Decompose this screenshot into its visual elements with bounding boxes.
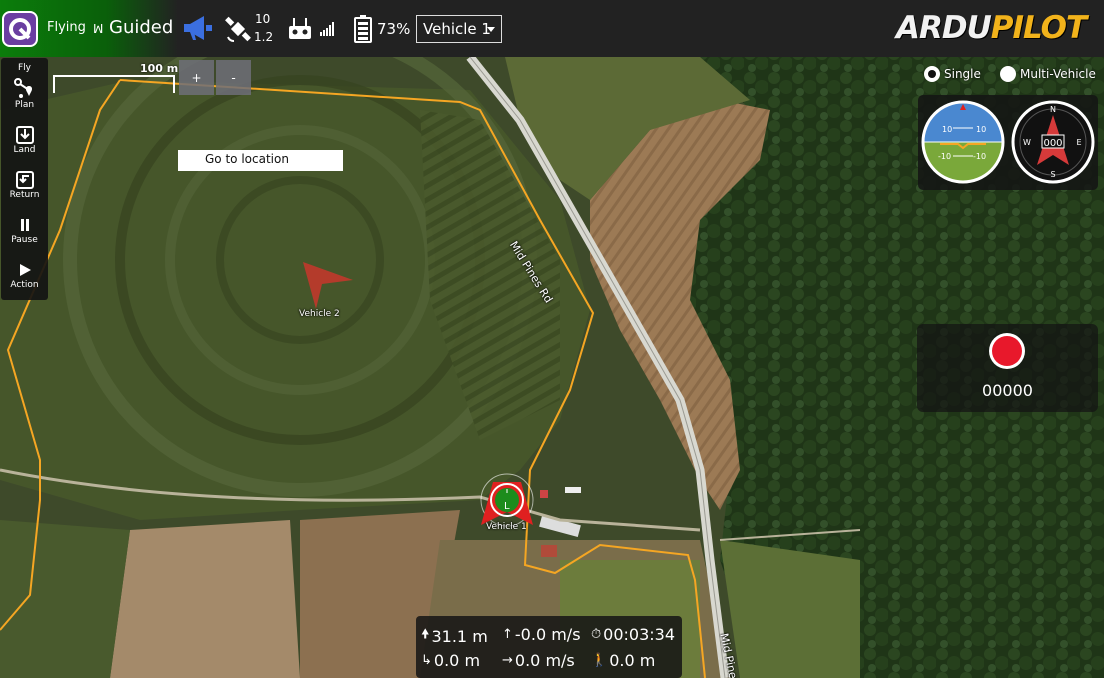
return-icon	[15, 171, 34, 189]
land-icon	[15, 126, 34, 144]
gps-satellite-icon[interactable]	[224, 15, 252, 43]
vertical-speed-value: -0.0 m/s	[514, 625, 581, 644]
altitude-icon: 🠝	[421, 627, 430, 642]
vehicle-selector-dropdown[interactable]: Vehicle 1	[416, 15, 502, 43]
tool-return[interactable]: Return	[1, 170, 48, 200]
fly-tool-header[interactable]: Fly	[1, 63, 48, 73]
altitude-value: 31.1 m	[431, 626, 488, 646]
flight-time-value: 00:03:34	[603, 625, 675, 644]
tool-return-label: Return	[9, 190, 40, 200]
compass-indicator: 000 N E S W	[1011, 100, 1095, 184]
tool-plan-label: Plan	[14, 100, 35, 110]
flight-status-text[interactable]: Flying	[47, 20, 86, 35]
attitude-indicator	[923, 102, 1003, 182]
battery-icon[interactable]	[354, 15, 372, 43]
battery-percent: 73%	[377, 20, 411, 38]
gps-satellite-count: 10	[255, 12, 271, 26]
rc-signal-bars-icon	[320, 22, 334, 36]
multi-vehicle-radio[interactable]: Multi-Vehicle	[1000, 66, 1096, 82]
action-icon	[19, 264, 31, 276]
vehicle-1-label: Vehicle 1	[486, 522, 527, 532]
walker-icon: 🚶	[591, 653, 608, 668]
distance-value: 0.0 m	[433, 651, 481, 670]
qgc-logo-icon	[9, 18, 31, 40]
instrument-gauges: 10 10 -10 -10 000 N E S W	[921, 100, 1095, 184]
video-recording-panel: 00000	[917, 324, 1098, 412]
megaphone-icon[interactable]	[182, 14, 214, 42]
pitch-label: -10	[938, 152, 951, 161]
compass-w: W	[1023, 138, 1031, 147]
recording-time: 00000	[982, 381, 1033, 400]
top-toolbar: Flying ꟽ Guided 10 1.2 73% Vehicle 1 ARD…	[0, 0, 1104, 57]
tool-action[interactable]: Action	[1, 260, 48, 290]
fly-toolbar: Fly Plan Land Return Pause Action	[1, 58, 48, 300]
zoom-out-button[interactable]: -	[216, 60, 251, 95]
altitude-readout: 🠝 31.1 m	[421, 625, 488, 647]
flight-mode-selector[interactable]: Guided	[109, 17, 173, 38]
instrument-panel[interactable]: 10 10 -10 -10 000 N E S W	[918, 95, 1098, 190]
distance-readout: ↳ 0.0 m	[421, 651, 480, 670]
timer-icon: ⏱	[591, 627, 602, 642]
tool-action-label: Action	[10, 280, 39, 290]
pitch-label: 10	[976, 125, 986, 134]
tool-pause-label: Pause	[11, 235, 38, 245]
compass-n: N	[1050, 105, 1056, 114]
telemetry-panel[interactable]: 🠝 31.1 m ↑ -0.0 m/s ⏱ 00:03:34 ↳ 0.0 m →…	[416, 616, 682, 678]
tool-land[interactable]: Land	[1, 125, 48, 155]
compass-heading: 000	[1043, 138, 1062, 149]
ardupilot-logo: ARDUPILOT	[896, 10, 1087, 46]
pitch-label: 10	[942, 125, 952, 134]
zoom-in-button[interactable]: +	[179, 60, 214, 95]
distance-to-home-value: 0.0 m	[609, 651, 656, 670]
distance-icon: ↳	[421, 653, 432, 668]
plan-icon	[13, 78, 32, 98]
single-vehicle-radio[interactable]: Single	[924, 66, 981, 82]
vehicle-selector-value: Vehicle 1	[423, 20, 491, 38]
compass-e: E	[1076, 138, 1081, 147]
flight-mode-icon: ꟽ	[93, 22, 104, 36]
map-scale-bar	[53, 75, 175, 93]
ground-speed-icon: →	[502, 653, 513, 668]
radio-selected-icon	[924, 66, 940, 82]
single-vehicle-label: Single	[944, 67, 981, 81]
multi-vehicle-label: Multi-Vehicle	[1020, 67, 1096, 81]
tool-pause[interactable]: Pause	[1, 215, 48, 245]
radio-unselected-icon	[1000, 66, 1016, 82]
compass-s: S	[1050, 170, 1055, 179]
chevron-down-icon	[487, 27, 495, 32]
tool-plan[interactable]: Plan	[1, 78, 48, 110]
go-to-location-tooltip[interactable]: Go to location	[178, 150, 343, 171]
ground-speed-value: 0.0 m/s	[514, 651, 575, 670]
tool-land-label: Land	[13, 145, 36, 155]
vehicle-1-letter: L	[504, 501, 510, 512]
record-button[interactable]	[989, 333, 1025, 369]
flight-time-readout: ⏱ 00:03:34	[591, 625, 675, 644]
vertical-speed-readout: ↑ -0.0 m/s	[502, 625, 581, 644]
gps-hdop-value: 1.2	[254, 30, 274, 44]
vehicle-2-label: Vehicle 2	[299, 309, 340, 319]
distance-to-home-readout: 🚶 0.0 m	[591, 651, 655, 670]
pause-icon	[20, 219, 29, 231]
rc-transmitter-icon[interactable]	[288, 18, 312, 40]
pitch-label: -10	[973, 152, 986, 161]
vertical-speed-icon: ↑	[502, 627, 513, 642]
ground-speed-readout: → 0.0 m/s	[502, 651, 575, 670]
map-scale-label: 100 m	[140, 62, 179, 75]
qgc-logo-button[interactable]	[2, 11, 38, 47]
